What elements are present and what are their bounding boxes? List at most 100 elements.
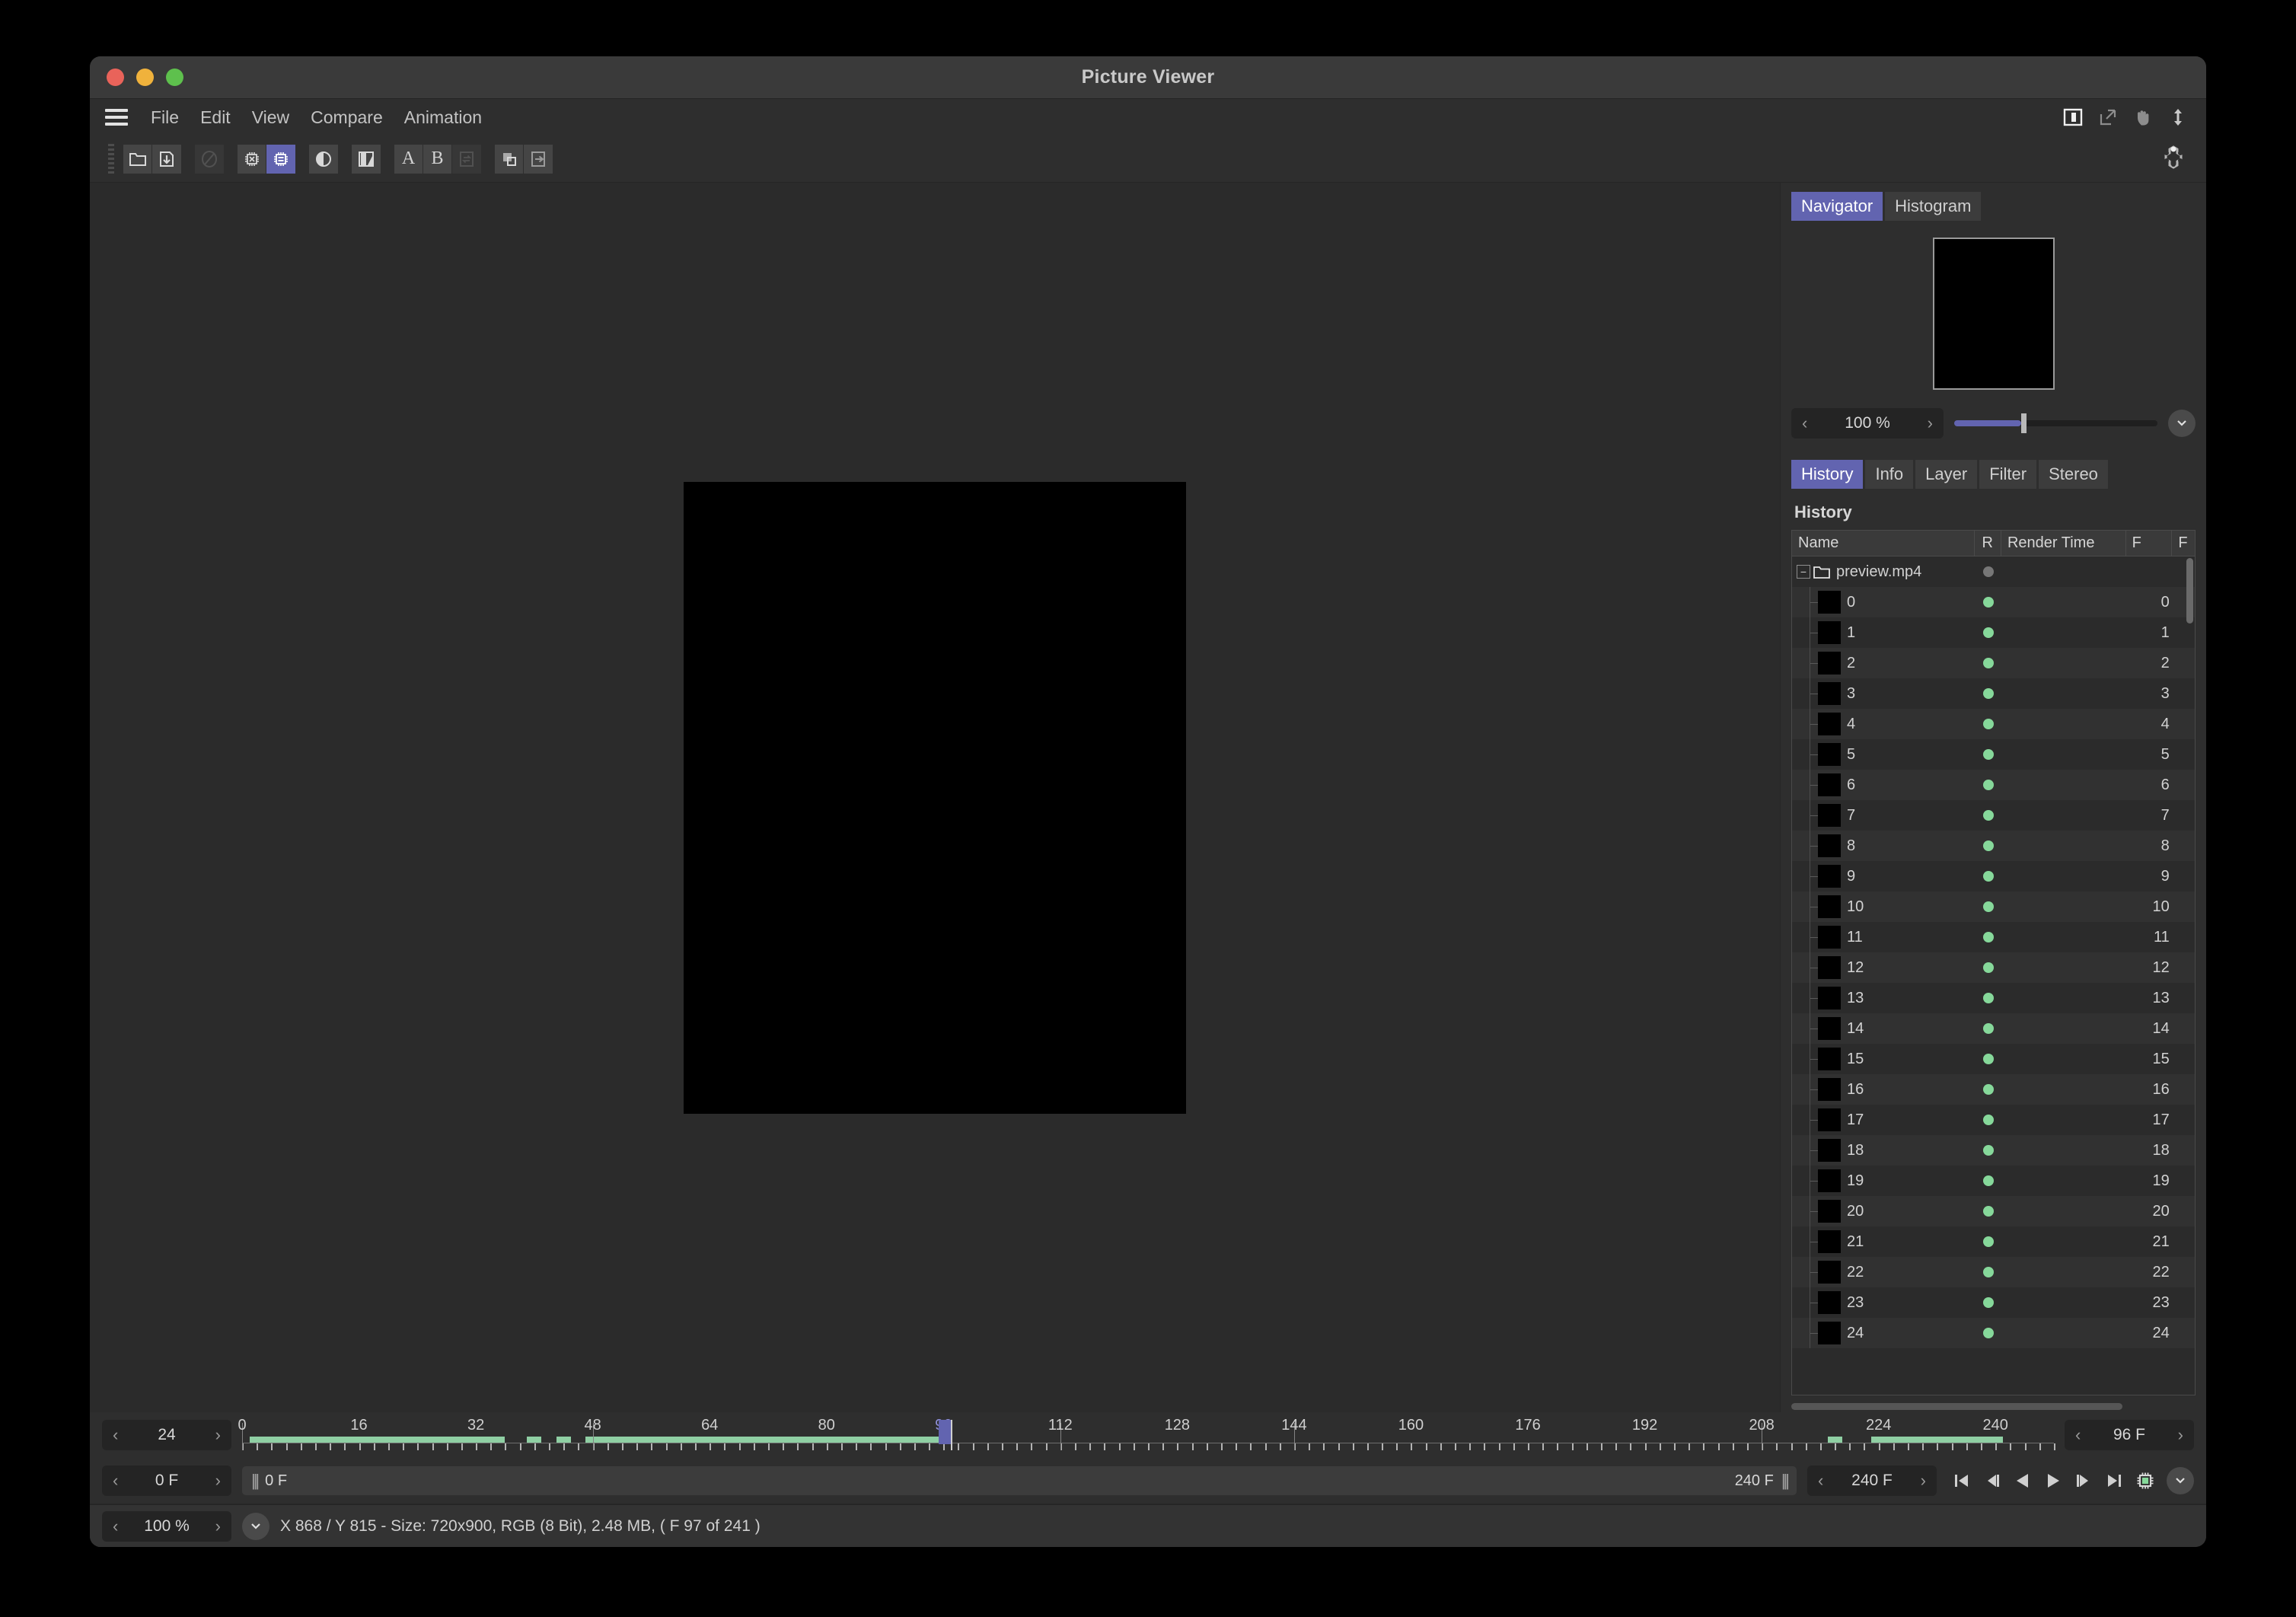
- menu-item-edit[interactable]: Edit: [190, 104, 241, 131]
- navigator-thumbnail[interactable]: [1932, 238, 2055, 390]
- playback-range-bar[interactable]: ||| 0 F 240 F |||: [242, 1466, 1797, 1495]
- table-row[interactable]: 33: [1792, 678, 2195, 709]
- fps-stepper[interactable]: ‹ 24 ›: [102, 1420, 231, 1450]
- chip-disable-icon[interactable]: [238, 144, 266, 174]
- table-row[interactable]: 22: [1792, 648, 2195, 678]
- table-row[interactable]: 19 19: [1792, 1166, 2195, 1196]
- transport-expand-chevron-down-icon[interactable]: [2167, 1467, 2194, 1494]
- open-folder-icon[interactable]: [123, 144, 152, 174]
- table-row[interactable]: 15 15: [1792, 1044, 2195, 1074]
- download-icon[interactable]: [152, 144, 181, 174]
- view-zoom-decrease-icon[interactable]: ‹: [110, 1517, 121, 1535]
- export-icon[interactable]: [524, 144, 553, 174]
- column-header-name[interactable]: Name: [1792, 531, 1975, 556]
- menu-item-view[interactable]: View: [241, 104, 300, 131]
- menu-item-compare[interactable]: Compare: [300, 104, 394, 131]
- table-row[interactable]: 18 18: [1792, 1135, 2195, 1166]
- column-header-render-time[interactable]: Render Time: [2001, 531, 2126, 556]
- step-forward-icon[interactable]: [2074, 1471, 2094, 1491]
- step-back-icon[interactable]: [1982, 1471, 2002, 1491]
- split-panel-icon[interactable]: [2062, 106, 2084, 129]
- no-entry-icon[interactable]: [195, 144, 224, 174]
- table-row[interactable]: 44: [1792, 709, 2195, 739]
- column-header-f[interactable]: F: [2126, 531, 2173, 556]
- tab-info[interactable]: Info: [1865, 460, 1914, 489]
- navigator-expand-chevron-down-icon[interactable]: [2168, 410, 2196, 437]
- zoom-decrease-icon[interactable]: ‹: [1799, 415, 1810, 432]
- play-icon[interactable]: [2043, 1471, 2063, 1491]
- toolbar-drag-grip[interactable]: [108, 143, 114, 174]
- table-row[interactable]: 22 22: [1792, 1257, 2195, 1287]
- chip-cache-icon[interactable]: [266, 144, 295, 174]
- zoom-increase-icon[interactable]: ›: [1924, 415, 1936, 432]
- total-frames-stepper[interactable]: ‹ 240 F ›: [1807, 1466, 1937, 1496]
- table-row[interactable]: 12 12: [1792, 952, 2195, 983]
- fps-increase-icon[interactable]: ›: [212, 1427, 224, 1443]
- layers-icon[interactable]: [495, 144, 524, 174]
- fps-decrease-icon[interactable]: ‹: [110, 1427, 121, 1443]
- collapse-toggle-icon[interactable]: −: [1797, 565, 1810, 579]
- end-frame-decrease-icon[interactable]: ‹: [2072, 1427, 2084, 1443]
- table-row[interactable]: 23 23: [1792, 1287, 2195, 1318]
- table-row[interactable]: 00: [1792, 587, 2195, 617]
- table-row[interactable]: 14 14: [1792, 1013, 2195, 1044]
- play-backward-icon[interactable]: [2013, 1471, 2033, 1491]
- tab-histogram[interactable]: Histogram: [1885, 192, 1982, 221]
- table-row[interactable]: 11: [1792, 617, 2195, 648]
- end-frame-stepper[interactable]: ‹ 96 F ›: [2065, 1420, 2194, 1450]
- render-chip-icon[interactable]: [2135, 1470, 2156, 1491]
- table-row-root[interactable]: − preview.mp4: [1792, 557, 2195, 587]
- image-canvas-area[interactable]: [90, 183, 1780, 1412]
- table-row[interactable]: 66: [1792, 770, 2195, 800]
- column-header-f2[interactable]: F: [2172, 531, 2195, 556]
- tab-history[interactable]: History: [1791, 460, 1864, 489]
- tab-filter[interactable]: Filter: [1979, 460, 2037, 489]
- table-row[interactable]: 24 24: [1792, 1318, 2195, 1348]
- navigator-zoom-stepper[interactable]: ‹ 100 % ›: [1791, 408, 1944, 439]
- menu-item-animation[interactable]: Animation: [394, 104, 493, 131]
- table-row[interactable]: 77: [1792, 800, 2195, 831]
- table-row[interactable]: 20 20: [1792, 1196, 2195, 1226]
- hand-pan-icon[interactable]: [2132, 106, 2154, 129]
- total-frames-decrease-icon[interactable]: ‹: [1815, 1472, 1826, 1489]
- go-to-start-icon[interactable]: [1952, 1471, 1972, 1491]
- range-left-grip-icon[interactable]: |||: [251, 1471, 260, 1491]
- history-horizontal-scrollbar[interactable]: [1791, 1402, 2123, 1410]
- range-right-handle-group[interactable]: 240 F |||: [1735, 1471, 1790, 1491]
- start-frame-decrease-icon[interactable]: ‹: [110, 1472, 121, 1489]
- range-left-handle-group[interactable]: ||| 0 F: [251, 1471, 287, 1491]
- column-header-r[interactable]: R: [1975, 531, 2001, 556]
- vertical-arrows-icon[interactable]: [2167, 106, 2189, 129]
- view-zoom-increase-icon[interactable]: ›: [212, 1517, 224, 1535]
- table-row[interactable]: 17 17: [1792, 1105, 2195, 1135]
- range-right-grip-icon[interactable]: |||: [1781, 1471, 1790, 1491]
- total-frames-increase-icon[interactable]: ›: [1918, 1472, 1929, 1489]
- slider-knob[interactable]: [2021, 413, 2027, 433]
- tab-stereo[interactable]: Stereo: [2039, 460, 2108, 489]
- timeline-ruler[interactable]: 0163248648096112128144160176192208224240: [238, 1414, 2055, 1456]
- slot-b-button[interactable]: B: [423, 144, 452, 174]
- tab-navigator[interactable]: Navigator: [1791, 192, 1883, 221]
- go-to-end-icon[interactable]: [2104, 1471, 2124, 1491]
- status-expand-chevron-down-icon[interactable]: [242, 1512, 269, 1540]
- table-row[interactable]: 16 16: [1792, 1074, 2195, 1105]
- table-row[interactable]: 55: [1792, 739, 2195, 770]
- table-row[interactable]: 10 10: [1792, 891, 2195, 922]
- external-link-icon[interactable]: [2097, 106, 2119, 129]
- start-frame-increase-icon[interactable]: ›: [212, 1472, 224, 1489]
- tab-layer[interactable]: Layer: [1915, 460, 1978, 489]
- node-hub-icon[interactable]: [2159, 142, 2188, 175]
- start-frame-stepper[interactable]: ‹ 0 F ›: [102, 1466, 231, 1496]
- table-row[interactable]: 13 13: [1792, 983, 2195, 1013]
- swap-ab-icon[interactable]: [452, 144, 481, 174]
- view-zoom-stepper[interactable]: ‹ 100 % ›: [102, 1510, 231, 1542]
- table-row[interactable]: 11 11: [1792, 922, 2195, 952]
- contrast-icon[interactable]: [309, 144, 338, 174]
- history-vertical-scrollbar[interactable]: [2186, 558, 2193, 624]
- table-row[interactable]: 99: [1792, 861, 2195, 891]
- table-row[interactable]: 21 21: [1792, 1226, 2195, 1257]
- end-frame-increase-icon[interactable]: ›: [2175, 1427, 2186, 1443]
- table-row[interactable]: 88: [1792, 831, 2195, 861]
- slot-a-button[interactable]: A: [394, 144, 423, 174]
- menu-item-file[interactable]: File: [140, 104, 190, 131]
